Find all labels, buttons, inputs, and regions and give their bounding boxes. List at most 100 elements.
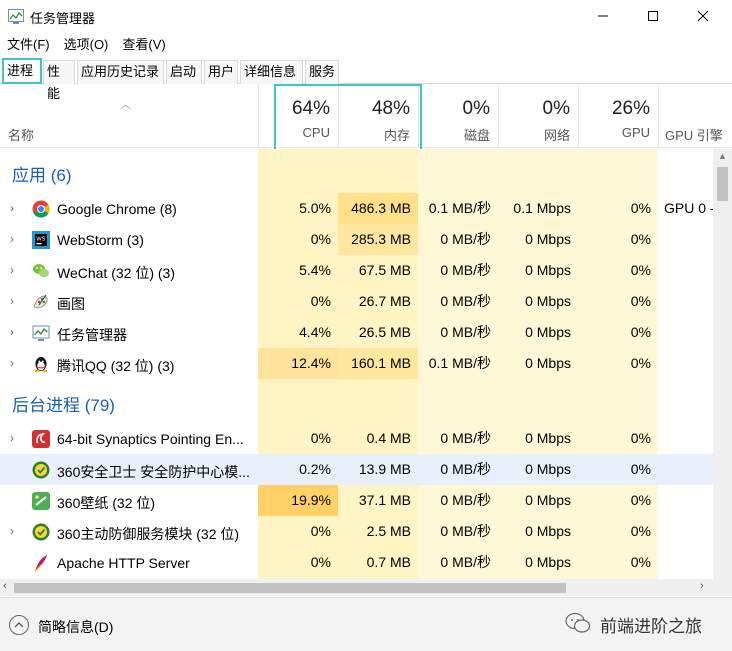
- process-name: WeChat (32 位) (3): [57, 265, 175, 281]
- expand-chevron-icon[interactable]: ›: [10, 325, 14, 339]
- tab-services[interactable]: 服务: [305, 60, 339, 84]
- disk-cell: 0.1 MB/秒: [428, 355, 491, 371]
- close-button[interactable]: [680, 0, 726, 32]
- group-header[interactable]: 应用 (6): [0, 149, 713, 193]
- cpu-cell: 5.4%: [299, 262, 331, 278]
- menu-options[interactable]: 选项(O): [57, 34, 116, 56]
- memory-cell: 26.7 MB: [358, 293, 411, 309]
- vertical-scrollbar[interactable]: ▲: [713, 149, 732, 579]
- sort-up-icon: ︿: [120, 99, 131, 111]
- gpu-engine-cell: [658, 485, 713, 516]
- gpu-engine-cell: [658, 348, 713, 379]
- collapse-up-icon[interactable]: [9, 615, 29, 635]
- gpu-cell: 0%: [630, 293, 651, 309]
- expand-chevron-icon[interactable]: ›: [10, 524, 14, 538]
- process-name: 360安全卫士 安全防护中心模...: [57, 464, 250, 480]
- memory-cell: 13.9 MB: [358, 461, 411, 477]
- gpu-total: 26%: [611, 98, 650, 119]
- memory-cell: 37.1 MB: [358, 492, 411, 508]
- 360-wallpaper-icon: [32, 492, 50, 510]
- table-row[interactable]: › 64-bit Synaptics Pointing En... 0% 0.4 MB…: [0, 423, 713, 454]
- cpu-cell: 0%: [310, 430, 331, 446]
- tab-app-history[interactable]: 应用历史记录: [77, 60, 164, 84]
- disk-cell: 0 MB/秒: [440, 262, 491, 278]
- disk-total: 0%: [462, 98, 490, 119]
- cpu-cell: 0%: [310, 231, 331, 247]
- column-gpu-engine[interactable]: GPU 引擎: [658, 84, 732, 148]
- process-name: Google Chrome (8): [57, 201, 177, 217]
- table-row[interactable]: › 360主动防御服务模块 (32 位) 0% 2.5 MB 0 MB/秒 0 Mbps 0…: [0, 516, 713, 547]
- gpu-engine-cell: [658, 255, 713, 286]
- gpu-cell: 0%: [630, 461, 651, 477]
- tab-startup[interactable]: 启动: [166, 60, 202, 84]
- tab-performance[interactable]: 性能: [43, 60, 75, 101]
- table-row[interactable]: › 画图 0% 26.7 MB 0 MB/秒 0 Mbps 0%: [0, 286, 713, 317]
- tab-details[interactable]: 详细信息: [240, 60, 303, 84]
- table-row[interactable]: 360壁纸 (32 位) 19.9% 37.1 MB 0 MB/秒 0 Mbps 0%: [0, 485, 713, 516]
- 360-safe-icon: [32, 461, 50, 479]
- cpu-cell: 12.4%: [258, 348, 338, 379]
- expand-chevron-icon[interactable]: ›: [10, 263, 14, 277]
- svg-text:WS: WS: [36, 237, 45, 243]
- menu-view[interactable]: 查看(V): [115, 34, 172, 56]
- gpu-cell: 0%: [630, 262, 651, 278]
- column-network[interactable]: 0% 网络: [498, 84, 578, 148]
- apache-icon: [32, 554, 50, 572]
- webstorm-icon: WS: [32, 231, 50, 249]
- task-manager-icon: [32, 324, 50, 342]
- process-name: 画图: [57, 296, 85, 312]
- network-cell: 0.1 Mbps: [513, 200, 571, 216]
- scroll-right-icon[interactable]: ›: [700, 580, 704, 592]
- process-name: 任务管理器: [57, 327, 127, 343]
- title-bar[interactable]: 任务管理器: [0, 0, 732, 34]
- horizontal-scrollbar[interactable]: ‹ ›: [0, 579, 713, 596]
- process-name: 64-bit Synaptics Pointing En...: [57, 431, 244, 447]
- table-row[interactable]: Apache HTTP Server 0% 0.7 MB 0 MB/秒 0 Mbps 0%: [0, 547, 713, 578]
- tab-processes[interactable]: 进程: [2, 58, 42, 84]
- expand-chevron-icon[interactable]: ›: [10, 431, 14, 445]
- memory-cell: 285.3 MB: [338, 224, 418, 255]
- disk-cell: 0 MB/秒: [440, 430, 491, 446]
- vertical-scroll-thumb[interactable]: [717, 167, 728, 201]
- memory-cell: 67.5 MB: [358, 262, 411, 278]
- process-name: Apache HTTP Server: [57, 555, 190, 571]
- table-row[interactable]: › WS WebStorm (3) 0% 285.3 MB 0 MB/秒 0 Mbps 0%: [0, 224, 713, 255]
- expand-chevron-icon[interactable]: ›: [10, 201, 14, 215]
- scroll-left-icon[interactable]: ‹: [3, 580, 7, 592]
- column-name[interactable]: 名称: [8, 125, 34, 144]
- cpu-cell: 0%: [310, 523, 331, 539]
- tab-users[interactable]: 用户: [204, 60, 238, 84]
- expand-chevron-icon[interactable]: ›: [10, 294, 14, 308]
- table-row[interactable]: 360安全卫士 安全防护中心模... 0.2% 13.9 MB 0 MB/秒 0 Mbp…: [0, 454, 713, 485]
- process-name: 360壁纸 (32 位): [57, 495, 156, 511]
- horizontal-scroll-thumb[interactable]: [14, 583, 566, 593]
- scroll-up-icon[interactable]: ▲: [718, 151, 727, 161]
- qq-icon: [32, 355, 50, 373]
- menu-file[interactable]: 文件(F): [0, 34, 57, 56]
- memory-cell: 160.1 MB: [338, 348, 418, 379]
- footer: 简略信息(D) 前端进阶之旅: [0, 597, 732, 651]
- gpu-engine-cell: GPU 0 -: [664, 200, 713, 216]
- disk-cell: 0 MB/秒: [440, 554, 491, 570]
- table-row[interactable]: › 腾讯QQ (32 位) (3) 12.4% 160.1 MB 0.1 MB/秒 0 M…: [0, 348, 713, 379]
- column-gpu[interactable]: 26% GPU: [578, 84, 658, 148]
- gpu-cell: 0%: [630, 554, 651, 570]
- column-disk[interactable]: 0% 磁盘: [418, 84, 498, 148]
- network-cell: 0 Mbps: [525, 461, 571, 477]
- process-name: 360主动防御服务模块 (32 位): [57, 526, 240, 542]
- minimize-button[interactable]: [580, 0, 626, 32]
- gpu-cell: 0%: [630, 523, 651, 539]
- fewer-details-button[interactable]: 简略信息(D): [38, 617, 113, 637]
- expand-chevron-icon[interactable]: ›: [10, 356, 14, 370]
- process-list: 应用 (6) › Google Chrome (8) 5.0% 486.3 MB 0.1 …: [0, 149, 713, 579]
- table-row[interactable]: › Google Chrome (8) 5.0% 486.3 MB 0.1 MB/秒 0.…: [0, 193, 713, 224]
- table-row[interactable]: › 任务管理器 4.4% 26.5 MB 0 MB/秒 0 Mbps 0%: [0, 317, 713, 348]
- expand-chevron-icon[interactable]: ›: [10, 232, 14, 246]
- disk-cell: 0 MB/秒: [440, 492, 491, 508]
- gpu-engine-cell: [658, 516, 713, 547]
- group-header[interactable]: 后台进程 (79): [0, 379, 713, 423]
- table-row[interactable]: › WeChat (32 位) (3) 5.4% 67.5 MB 0 MB/秒 0 Mbp…: [0, 255, 713, 286]
- maximize-button[interactable]: [630, 0, 676, 32]
- cpu-cell: 5.0%: [299, 200, 331, 216]
- scrollbar-corner: [713, 579, 732, 596]
